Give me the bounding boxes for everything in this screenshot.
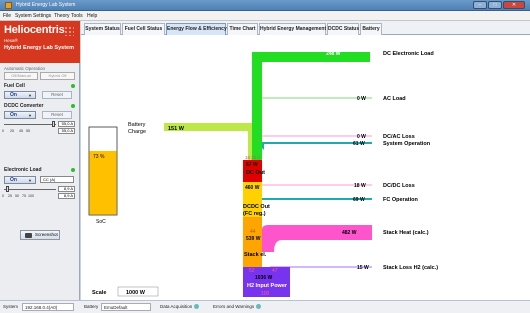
battery-charge-value: 151 W [168, 126, 185, 132]
scale-label: Scale [92, 290, 106, 296]
ac-load-label: AC Load [383, 96, 406, 102]
data-acquisition-label: Data Acquisition [160, 303, 200, 311]
dc-load-label: DC Electronic Load [383, 51, 434, 57]
stack-value: 539 W [246, 236, 261, 242]
h2-right-percent: 47 [272, 268, 278, 274]
data-acquisition-text: Data Acquisition [160, 304, 193, 309]
soc-percent: 73 % [93, 154, 105, 160]
h2-percent: 100 [261, 291, 270, 297]
battery-charge-label-line2: Charge [128, 129, 146, 135]
soc-label: SoC [96, 219, 106, 225]
system-value: 192.168.0.4(A0) [22, 303, 74, 311]
stack-label: Stack el. [244, 252, 267, 258]
h2-input-label: H2 Input Power [247, 283, 288, 289]
stack-heat-value: 482 W [342, 230, 357, 236]
stack-block [243, 217, 262, 267]
stack-loss-h2-value: 15 W [357, 265, 369, 271]
dcac-loss-label: DC/AC Loss [383, 134, 415, 140]
dcac-loss-value: 0 W [357, 134, 366, 140]
energy-flow-diagram: 73 % SoC Battery Charge 151 W 248 W DC E… [88, 51, 438, 297]
fc-operation-value: 69 W [353, 197, 365, 203]
dcdc-loss-value: 18 W [354, 183, 366, 189]
dc-out-top-value: 16 24.4 [245, 155, 261, 160]
system-operation-label: System Operation [383, 141, 431, 147]
data-acquisition-icon [194, 304, 200, 310]
stack-heat-label: Stack Heat (calc.) [383, 230, 429, 236]
status-bar: System 192.168.0.4(A0) Battery EmuDefaul… [0, 300, 530, 313]
errors-warnings-label[interactable]: Errors and Warnings [213, 303, 262, 311]
fc-operation-label: FC Operation [383, 197, 418, 203]
system-label: System [3, 304, 19, 309]
dcdc-loss-label: DC/DC Loss [383, 183, 415, 189]
dcdc-out-label-line2: (FC reg.) [243, 211, 266, 217]
dc-out-percent: 67 W [246, 162, 258, 168]
battery-status-value: EmuDefault [101, 303, 151, 311]
dc-out-label: DC Out [246, 170, 265, 176]
dc-out-value: 460 W [245, 185, 260, 191]
h2-input-value: 1036 W [255, 275, 273, 281]
dc-load-value: 248 W [326, 51, 341, 57]
scale-value: 1000 W [126, 290, 146, 296]
stack-loss-h2-label: Stack Loss H2 (calc.) [383, 265, 438, 271]
errors-warnings-text: Errors and Warnings [213, 304, 255, 309]
stack-percent: 44 [250, 229, 256, 235]
ac-load-value: 0 W [357, 96, 366, 102]
errors-warnings-icon [256, 304, 262, 310]
system-operation-value: 61 W [353, 141, 365, 147]
h2-left-percent: 52 [249, 268, 255, 274]
battery-status-label: Battery [84, 304, 99, 309]
dcdc-out-label-line1: DCDC Out [243, 204, 270, 210]
soc-gauge-fill [89, 150, 117, 215]
battery-charge-label-line1: Battery [128, 122, 146, 128]
